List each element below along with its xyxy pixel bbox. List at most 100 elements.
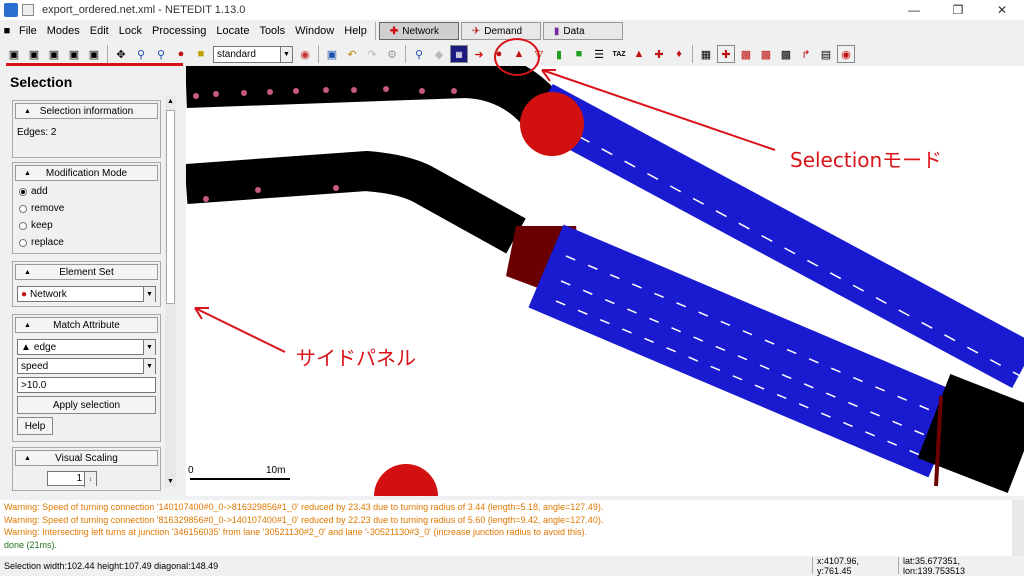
- chevron-down-icon: ▼: [143, 287, 155, 302]
- supermode-network-tab[interactable]: ✚ Network: [378, 22, 459, 40]
- message-scrollbar[interactable]: [1012, 500, 1024, 556]
- scale-bar-start: 0: [188, 465, 194, 476]
- viewport-scheme-value: standard: [217, 48, 256, 60]
- save-icon[interactable]: ▣: [65, 45, 83, 63]
- menu-processing[interactable]: Processing: [147, 25, 211, 37]
- collapse-icon: ▲: [24, 321, 31, 329]
- radio-replace[interactable]: replace: [13, 234, 160, 251]
- menu-edit[interactable]: Edit: [85, 25, 114, 37]
- visual-scaling-group: ▲ Visual Scaling 1 ↕: [12, 447, 161, 491]
- radio-label: remove: [31, 203, 65, 214]
- radio-label: add: [31, 186, 48, 197]
- toolbar-separator: [405, 45, 406, 63]
- reload-icon[interactable]: ▣: [45, 45, 63, 63]
- app-menu-icon[interactable]: ■: [1, 22, 13, 40]
- connections-icon[interactable]: ↱: [797, 45, 815, 63]
- window-title: export_ordered.net.xml - NETEDIT 1.13.0: [42, 4, 246, 16]
- modification-mode-title: Modification Mode: [45, 167, 128, 179]
- menu-file[interactable]: File: [14, 25, 42, 37]
- color-wheel-icon[interactable]: ◉: [296, 45, 314, 63]
- locate-icon[interactable]: ●: [172, 45, 190, 63]
- visual-scaling-spinner[interactable]: 1 ↕: [47, 471, 97, 487]
- tooltip-icon[interactable]: ■: [192, 45, 210, 63]
- element-set-header[interactable]: ▲ Element Set: [15, 264, 158, 280]
- open-icon[interactable]: ▣: [25, 45, 43, 63]
- save-all-icon[interactable]: ▣: [85, 45, 103, 63]
- data-chart-icon: ▮: [553, 25, 560, 37]
- move-mode-icon[interactable]: ➜: [470, 45, 488, 63]
- chevron-down-icon: ▼: [143, 340, 155, 355]
- merge-icon[interactable]: ◉: [837, 45, 855, 63]
- visual-scaling-value: 1: [76, 473, 82, 484]
- quick-access-icon[interactable]: [22, 4, 34, 16]
- move-icon[interactable]: ✥: [112, 45, 130, 63]
- collapse-icon: ▲: [24, 169, 31, 177]
- scroll-down-icon[interactable]: ▼: [165, 476, 176, 487]
- collapse-icon: ▲: [24, 107, 31, 115]
- supermode-network-label: Network: [402, 25, 439, 37]
- title-bar: export_ordered.net.xml - NETEDIT 1.13.0 …: [0, 0, 1024, 20]
- menu-help[interactable]: Help: [339, 25, 372, 37]
- junction-marker-bottom: [374, 464, 438, 496]
- road-top: [186, 66, 566, 132]
- radio-indicator: [19, 204, 27, 213]
- screenshot-icon[interactable]: ▣: [323, 45, 341, 63]
- match-expression-input[interactable]: >10.0: [17, 377, 156, 393]
- match-attribute-select[interactable]: speed ▼: [17, 358, 156, 374]
- help-button[interactable]: Help: [17, 417, 53, 435]
- minimize-button[interactable]: —: [892, 0, 936, 20]
- radio-indicator: [19, 238, 27, 247]
- spinner-arrows-icon[interactable]: ↕: [84, 472, 96, 487]
- scroll-thumb[interactable]: [166, 110, 175, 304]
- match-attribute-header[interactable]: ▲ Match Attribute: [15, 317, 158, 333]
- inspect-mode-icon[interactable]: ⚲: [410, 45, 428, 63]
- network-element-icon: ●: [21, 288, 28, 300]
- collapse-icon: ▲: [24, 268, 31, 276]
- annotation-arrow-panel: [194, 307, 286, 353]
- new-network-icon[interactable]: ▣: [5, 45, 23, 63]
- supermode-demand-tab[interactable]: ✈ Demand: [460, 22, 541, 40]
- scroll-up-icon[interactable]: ▲: [165, 96, 176, 107]
- message-line: Warning: Speed of turning connection '81…: [4, 514, 604, 525]
- match-element-select[interactable]: ▲ edge ▼: [17, 339, 156, 355]
- selection-info-header[interactable]: ▲ Selection information: [15, 103, 158, 119]
- menu-window[interactable]: Window: [290, 25, 339, 37]
- undo-icon[interactable]: ↶: [343, 45, 361, 63]
- zoom-fit-icon[interactable]: ⚲: [152, 45, 170, 63]
- radio-add[interactable]: add: [13, 183, 160, 200]
- radio-indicator: [19, 187, 27, 196]
- menu-locate[interactable]: Locate: [211, 25, 254, 37]
- road-bottom-right: [917, 374, 1024, 493]
- toolbar-separator: [318, 45, 319, 63]
- scale-bar: [190, 478, 290, 480]
- message-line: Warning: Intersecting left turns at junc…: [4, 527, 588, 537]
- radio-keep[interactable]: keep: [13, 217, 160, 234]
- maximize-button[interactable]: ❐: [936, 0, 980, 20]
- supermode-data-label: Data: [563, 25, 585, 37]
- modification-mode-group: ▲ Modification Mode add remove keep repla…: [12, 162, 161, 254]
- side-panel-scrollbar[interactable]: ▲ ▼: [165, 96, 176, 487]
- element-set-select[interactable]: ● Network ▼: [17, 286, 156, 302]
- visual-scaling-title: Visual Scaling: [55, 452, 118, 464]
- selection-info-text: Edges: 2: [17, 127, 57, 138]
- modification-mode-header[interactable]: ▲ Modification Mode: [15, 165, 158, 181]
- menu-modes[interactable]: Modes: [42, 25, 85, 37]
- edge-icon: ▲: [21, 341, 31, 353]
- spread-icon[interactable]: ▤: [817, 45, 835, 63]
- message-line: done (21ms).: [4, 539, 58, 550]
- delete-mode-icon[interactable]: ◆: [430, 45, 448, 63]
- close-button[interactable]: ✕: [980, 0, 1024, 20]
- visual-scaling-header[interactable]: ▲ Visual Scaling: [15, 450, 158, 466]
- menu-lock[interactable]: Lock: [114, 25, 147, 37]
- redo-icon[interactable]: ↷: [363, 45, 381, 63]
- toolbar-separator: [107, 45, 108, 63]
- radio-remove[interactable]: remove: [13, 200, 160, 217]
- status-selection: Selection width:102.44 height:107.49 dia…: [4, 560, 219, 571]
- apply-selection-button[interactable]: Apply selection: [17, 396, 156, 414]
- compute-icon[interactable]: ⚙: [383, 45, 401, 63]
- menu-tools[interactable]: Tools: [254, 25, 290, 37]
- select-mode-icon[interactable]: ▦: [450, 45, 468, 63]
- viewport-scheme-select[interactable]: standard ▼: [213, 45, 293, 63]
- zoom-icon[interactable]: ⚲: [132, 45, 150, 63]
- supermode-data-tab[interactable]: ▮ Data: [542, 22, 623, 40]
